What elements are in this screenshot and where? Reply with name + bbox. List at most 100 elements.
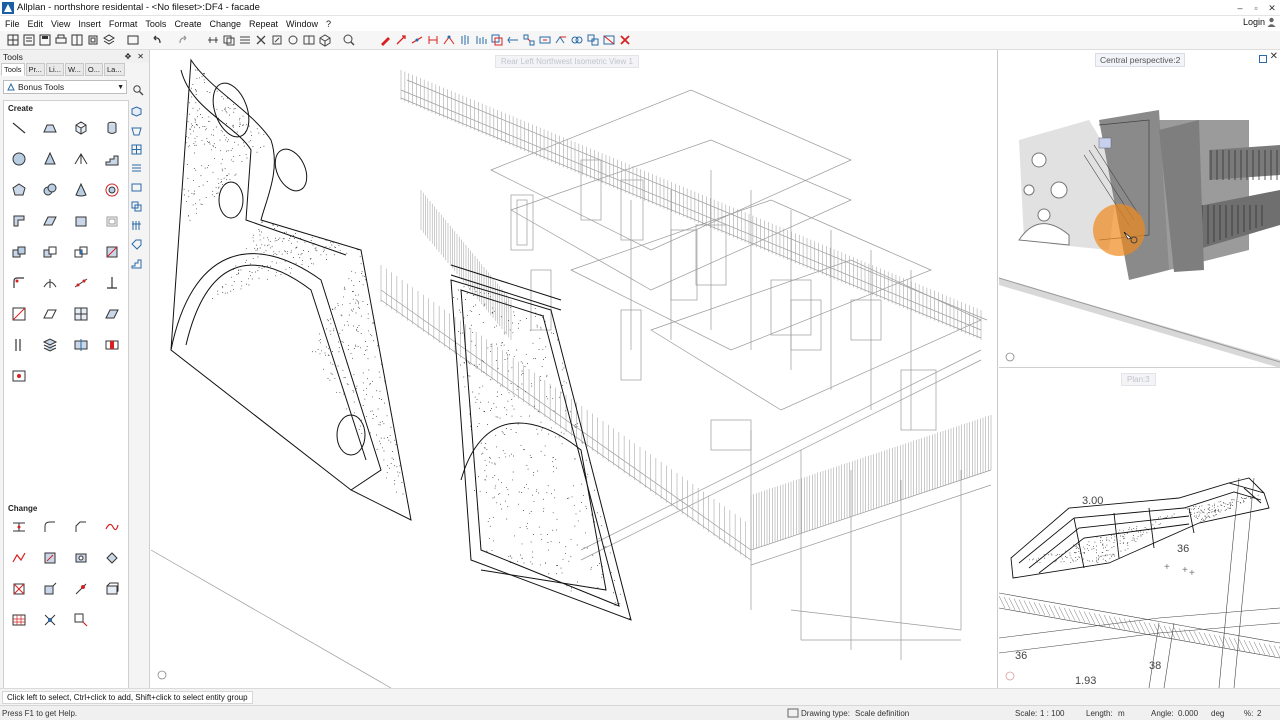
array-icon[interactable] (522, 33, 536, 47)
menu-edit[interactable]: Edit (25, 19, 49, 29)
cube-tool-icon[interactable] (73, 120, 89, 136)
menu-insert[interactable]: Insert (75, 19, 106, 29)
side-cup-icon[interactable] (130, 124, 143, 137)
loft-tool-icon[interactable] (42, 213, 58, 229)
side-stack-icon[interactable] (130, 162, 143, 175)
side-box-icon[interactable] (130, 181, 143, 194)
redo-icon[interactable] (176, 33, 190, 47)
column-tool-icon[interactable] (11, 337, 27, 353)
tab-layers[interactable]: La... (103, 63, 125, 76)
layout-icon[interactable] (70, 33, 84, 47)
convert-tool-icon[interactable] (11, 368, 27, 384)
split-icon[interactable] (458, 33, 472, 47)
layers-icon[interactable] (102, 33, 116, 47)
transform-tool-icon[interactable] (42, 612, 58, 628)
plane-tool-icon[interactable] (42, 306, 58, 322)
subtract-tool-icon[interactable] (42, 244, 58, 260)
match-icon[interactable] (602, 33, 616, 47)
minimize-button[interactable]: – (1232, 0, 1248, 16)
cut-icon[interactable] (206, 33, 220, 47)
mirror-icon[interactable] (302, 33, 316, 47)
boolean-tool-icon[interactable] (11, 244, 27, 260)
perspective-viewport[interactable]: Central perspective:2 ✕ (999, 50, 1280, 368)
align-icon[interactable] (474, 33, 488, 47)
revolve-tool-icon[interactable] (104, 182, 120, 198)
menu-file[interactable]: File (2, 19, 25, 29)
maximize-button[interactable]: ▫ (1248, 0, 1264, 16)
surface-tool-icon[interactable] (42, 275, 58, 291)
maximize-viewport-icon[interactable] (1259, 55, 1267, 63)
edit-point-tool-icon[interactable] (73, 581, 89, 597)
copy-icon[interactable] (222, 33, 236, 47)
side-fence-icon[interactable] (130, 219, 143, 232)
link-icon[interactable] (570, 33, 584, 47)
line-snap-icon[interactable] (410, 33, 424, 47)
extend-tool-icon[interactable] (42, 581, 58, 597)
grid-tool-icon[interactable] (73, 306, 89, 322)
polyhedron-tool-icon[interactable] (11, 182, 27, 198)
open-file-icon[interactable] (22, 33, 36, 47)
copy-element-icon[interactable] (490, 33, 504, 47)
slice-tool-icon[interactable] (104, 244, 120, 260)
drawing-type-value[interactable]: Scale definition (855, 709, 909, 718)
menu-change[interactable]: Change (206, 19, 246, 29)
percent-value[interactable]: 2 (1257, 709, 1261, 718)
curve-tool-icon[interactable] (104, 519, 120, 535)
normal-tool-icon[interactable] (104, 275, 120, 291)
shell-tool-icon[interactable] (104, 213, 120, 229)
login-button[interactable]: Login (1243, 17, 1276, 27)
clip-tool-icon[interactable] (104, 337, 120, 353)
rotate-solid-tool-icon[interactable] (104, 550, 120, 566)
join-icon[interactable] (554, 33, 568, 47)
sphere-tool-icon[interactable] (11, 151, 27, 167)
angle-unit[interactable]: deg (1211, 709, 1224, 718)
hatch-tool-icon[interactable] (11, 612, 27, 628)
rotate-icon[interactable] (286, 33, 300, 47)
menu-tools[interactable]: Tools (142, 19, 171, 29)
side-cube-icon[interactable] (130, 105, 143, 118)
modify-solid-tool-icon[interactable] (42, 550, 58, 566)
isometric-viewport[interactable]: Rear Left Northwest Isometric View 1 (151, 50, 998, 688)
menu-help[interactable]: ? (323, 19, 336, 29)
palette-close-icon[interactable]: ✕ (137, 52, 144, 61)
line-tool-icon[interactable] (11, 120, 27, 136)
side-tag-icon[interactable] (130, 238, 143, 251)
cylinder-tool-icon[interactable] (104, 120, 120, 136)
sweep-tool-icon[interactable] (11, 213, 27, 229)
side-stair-icon[interactable] (130, 257, 143, 270)
trim-icon[interactable] (442, 33, 456, 47)
stretch-icon[interactable] (538, 33, 552, 47)
stretch-solid-tool-icon[interactable] (104, 581, 120, 597)
intersect-tool-icon[interactable] (73, 244, 89, 260)
zoom-icon[interactable] (342, 33, 356, 47)
menu-view[interactable]: View (48, 19, 75, 29)
pyramid-tool-icon[interactable] (42, 151, 58, 167)
tab-library[interactable]: Li... (45, 63, 64, 76)
length-value[interactable]: m (1118, 709, 1125, 718)
fillet-tool-icon[interactable] (11, 275, 27, 291)
new-file-icon[interactable] (6, 33, 20, 47)
properties-icon[interactable] (126, 33, 140, 47)
offset-icon[interactable] (506, 33, 520, 47)
cube-icon[interactable] (318, 33, 332, 47)
move-icon[interactable] (270, 33, 284, 47)
menu-repeat[interactable]: Repeat (246, 19, 283, 29)
block-tool-icon[interactable] (73, 213, 89, 229)
project-tool-icon[interactable] (11, 306, 27, 322)
nurbs-tool-icon[interactable] (73, 275, 89, 291)
side-grid-icon[interactable] (130, 143, 143, 156)
plan-viewport[interactable]: + + + Plan:3 3.00 36 36 38 1.93 (999, 368, 1280, 688)
paste-icon[interactable] (238, 33, 252, 47)
cone-tool-icon[interactable] (73, 182, 89, 198)
fileset-icon[interactable] (86, 33, 100, 47)
print-icon[interactable] (54, 33, 68, 47)
close-button[interactable]: ✕ (1264, 0, 1280, 16)
family-dropdown[interactable]: Bonus Tools ▼ (3, 80, 127, 94)
tab-tools[interactable]: Tools (1, 63, 25, 76)
stair-tool-icon[interactable] (104, 151, 120, 167)
explode-tool-icon[interactable] (11, 581, 27, 597)
pin-icon[interactable]: ✥ (125, 52, 132, 61)
scale-value[interactable]: 1 : 100 (1040, 709, 1064, 718)
side-layers-icon[interactable] (130, 200, 143, 213)
angle-value[interactable]: 0.000 (1178, 709, 1198, 718)
